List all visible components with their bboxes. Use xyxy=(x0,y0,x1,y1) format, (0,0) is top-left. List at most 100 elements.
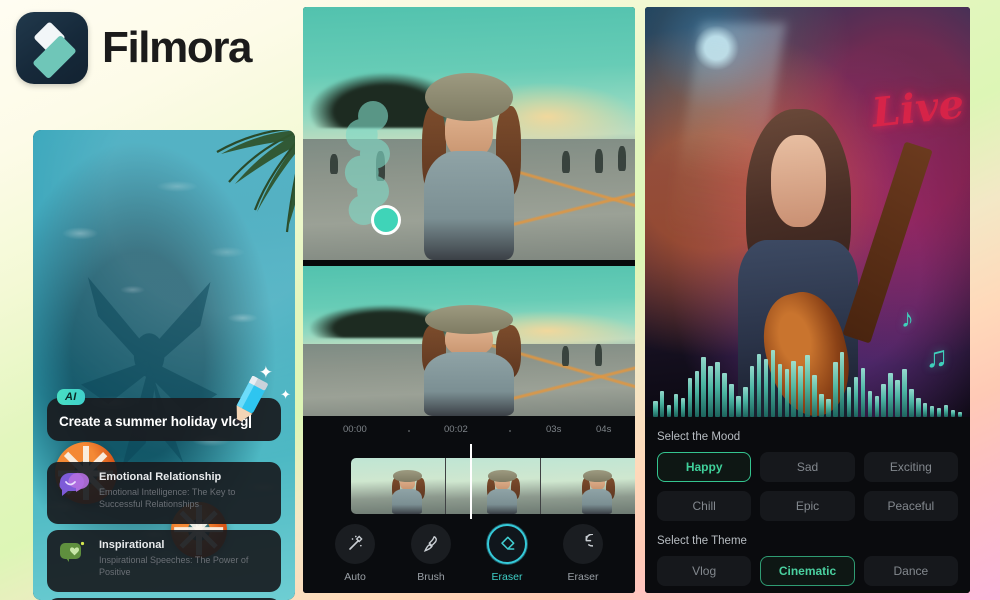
ruler-tick: 00:00 xyxy=(343,424,367,435)
clip-filmstrip[interactable] xyxy=(351,458,635,514)
visualizer-bar xyxy=(680,397,686,417)
chip-epic[interactable]: Epic xyxy=(760,491,855,521)
pencil-icon xyxy=(234,376,268,424)
visualizer-bar xyxy=(812,374,817,417)
visualizer-bar xyxy=(798,365,803,417)
visualizer-bar xyxy=(722,373,727,417)
visualizer-bar xyxy=(694,371,700,417)
chip-dance[interactable]: Dance xyxy=(863,556,958,586)
visualizer-bar xyxy=(687,378,693,417)
visualizer-bar xyxy=(653,401,658,417)
palm-shadow-icon xyxy=(81,277,218,469)
visualizer-bar xyxy=(715,362,720,417)
filmora-diamond-logo-icon xyxy=(16,12,88,84)
purple-speech-bubble-icon xyxy=(57,471,90,499)
suggestion-title: Inspirational xyxy=(99,539,165,551)
chip-sad[interactable]: Sad xyxy=(760,452,855,482)
visualizer-bar xyxy=(756,353,762,417)
filmstrip-frame xyxy=(351,458,446,514)
visualizer-bar xyxy=(763,358,769,417)
mood-options: Happy Sad Exciting Chill Epic Peaceful xyxy=(657,452,958,521)
ruler-tick: 04s xyxy=(596,424,612,435)
theme-section-label: Select the Theme xyxy=(657,535,747,547)
visualizer-bar xyxy=(826,399,831,417)
chip-cinematic[interactable]: Cinematic xyxy=(760,556,855,586)
visualizer-bar xyxy=(770,350,776,417)
visualizer-bar xyxy=(805,355,810,417)
timeline[interactable]: 00:00 00:02 03s 04s xyxy=(303,416,635,526)
brand-logo: Filmora xyxy=(16,12,253,84)
visualizer-bar xyxy=(909,388,914,417)
preview-after-image[interactable] xyxy=(303,266,635,416)
tool-auto[interactable]: Auto xyxy=(335,523,375,583)
visualizer-bar xyxy=(902,369,907,417)
green-heart-bubble-icon xyxy=(57,539,89,567)
visualizer-bar xyxy=(784,369,790,417)
visualizer-bar xyxy=(708,365,713,417)
visualizer-bar xyxy=(701,357,706,417)
timeline-playhead[interactable] xyxy=(470,444,472,522)
visualizer-bar xyxy=(853,376,859,417)
visualizer-bar xyxy=(846,387,852,417)
ai-object-remover-panel: 00:00 00:02 03s 04s Auto Brush Eraser Er… xyxy=(303,7,635,593)
audio-visualizer xyxy=(653,329,963,417)
visualizer-bar xyxy=(922,402,928,417)
chip-peaceful[interactable]: Peaceful xyxy=(863,491,958,521)
tool-undo[interactable]: Eraser xyxy=(563,523,603,583)
brush-icon xyxy=(423,535,438,552)
ai-badge: AI xyxy=(57,389,85,405)
editor-toolbar: Auto Brush Eraser Eraser xyxy=(303,519,635,593)
eraser-icon xyxy=(501,536,515,550)
filmstrip-frame xyxy=(446,458,541,514)
visualizer-bar xyxy=(888,373,893,417)
music-note-icon: ♪ xyxy=(901,303,914,333)
suggestion-list-item[interactable]: Inspirational Inspirational Speeches: Th… xyxy=(47,530,281,592)
visualizer-bar xyxy=(867,390,873,417)
visualizer-bar xyxy=(936,408,942,417)
music-controls: Select the Mood Happy Sad Exciting Chill Epi… xyxy=(645,417,970,593)
sparkle-icon: ✦ xyxy=(280,387,291,402)
visualizer-bar xyxy=(881,383,886,417)
suggestion-title: Emotional Relationship xyxy=(99,471,222,483)
tool-label: Brush xyxy=(417,570,445,583)
theme-options: Vlog Cinematic Dance xyxy=(657,556,958,586)
timeline-ruler: 00:00 00:02 03s 04s xyxy=(303,424,635,440)
chip-vlog[interactable]: Vlog xyxy=(657,556,752,586)
tool-eraser[interactable]: Eraser xyxy=(487,523,527,583)
magic-wand-icon xyxy=(349,535,363,550)
suggestion-desc: Emotional Intelligence: The Key to Succe… xyxy=(99,487,236,510)
brand-name: Filmora xyxy=(102,23,253,72)
visualizer-bar xyxy=(729,383,734,417)
filmstrip-frame xyxy=(541,458,635,514)
visualizer-bar xyxy=(839,351,845,417)
ruler-tick: 00:02 xyxy=(444,424,468,435)
tool-label: Eraser xyxy=(491,570,523,583)
visualizer-bar xyxy=(950,409,956,417)
visualizer-bar xyxy=(666,404,672,417)
visualizer-bar xyxy=(791,360,796,417)
visualizer-bar xyxy=(860,367,866,417)
undo-arrow-icon xyxy=(585,533,593,547)
chip-exciting[interactable]: Exciting xyxy=(863,452,958,482)
ai-music-generator-panel: Live ♪ ♫ Select the Mood Happy Sad Excitin… xyxy=(645,7,970,593)
ai-video-generator-panel: Emotional Relationship Emotional Intelli… xyxy=(33,130,295,600)
chip-chill[interactable]: Chill xyxy=(657,491,752,521)
brush-cursor-circle[interactable] xyxy=(371,205,401,235)
chip-happy[interactable]: Happy xyxy=(657,452,752,482)
subject-woman xyxy=(413,72,526,260)
visualizer-bar xyxy=(659,390,665,417)
visualizer-bar xyxy=(777,364,783,417)
ai-prompt-card[interactable]: AI Create a summer holiday vlog ✦ ✦ xyxy=(47,364,291,441)
visualizer-bar xyxy=(749,365,755,417)
visualizer-bar xyxy=(832,362,838,417)
concert-hero-image: Live ♪ ♫ xyxy=(645,7,970,417)
tool-brush[interactable]: Brush xyxy=(411,523,451,583)
visualizer-bar xyxy=(916,397,921,417)
preview-before-image[interactable] xyxy=(303,7,635,260)
ruler-tick: 03s xyxy=(546,424,562,435)
suggestion-desc: Inspirational Speeches: The Power of Pos… xyxy=(99,555,249,578)
visualizer-bar xyxy=(895,380,900,417)
suggestion-list-item[interactable]: Emotional Relationship Emotional Intelli… xyxy=(47,462,281,524)
visualizer-bar xyxy=(673,394,679,417)
visualizer-bar xyxy=(742,387,748,417)
